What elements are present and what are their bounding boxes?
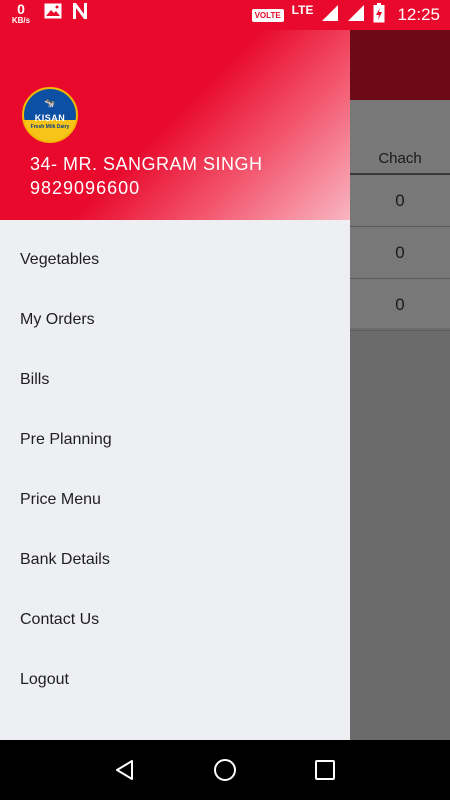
- table-body: Chach 0 0 0: [350, 100, 450, 331]
- user-name: 34- MR. SANGRAM SINGH: [30, 154, 263, 174]
- lte-label: LTE: [291, 3, 314, 17]
- network-speed-unit: KB/s: [11, 16, 31, 25]
- table-cell[interactable]: 0: [350, 227, 450, 279]
- cow-icon: 🐄: [44, 98, 56, 108]
- drawer-header: 🐄 KISAN Fresh Milk Dairy 34- MR. SANGRAM…: [0, 30, 350, 220]
- user-phone: 9829096600: [30, 178, 141, 198]
- recents-icon: [315, 760, 335, 780]
- n-app-icon: [72, 2, 88, 25]
- kisan-logo: 🐄 KISAN Fresh Milk Dairy: [22, 87, 78, 143]
- menu-item-my-orders[interactable]: My Orders: [0, 290, 350, 350]
- order-table: Chach 0 0 0: [350, 100, 450, 740]
- image-icon: [44, 3, 62, 24]
- menu-item-pre-planning[interactable]: Pre Planning: [0, 410, 350, 470]
- navigation-drawer: 🐄 KISAN Fresh Milk Dairy 34- MR. SANGRAM…: [0, 30, 350, 740]
- menu-item-vegetables[interactable]: Vegetables: [0, 230, 350, 290]
- table-cell[interactable]: 0: [350, 279, 450, 331]
- table-cell[interactable]: 0: [350, 175, 450, 227]
- back-icon: [116, 760, 133, 780]
- signal-icon: [321, 4, 339, 27]
- network-speed: 0 KB/s: [8, 2, 34, 25]
- clock: 12:25: [397, 5, 440, 24]
- volte-badge: VOLTE: [251, 8, 284, 22]
- menu-item-bank-details[interactable]: Bank Details: [0, 530, 350, 590]
- system-nav-bar: [0, 740, 450, 800]
- menu-item-contact-us[interactable]: Contact Us: [0, 590, 350, 650]
- drawer-menu: Vegetables My Orders Bills Pre Planning …: [0, 230, 350, 710]
- status-bar: 0 KB/s VOLTE LTE 12:25: [0, 0, 450, 30]
- menu-item-bills[interactable]: Bills: [0, 350, 350, 410]
- menu-item-price-menu[interactable]: Price Menu: [0, 470, 350, 530]
- back-button[interactable]: [112, 757, 138, 783]
- app-toolbar: [350, 30, 450, 100]
- battery-icon: [373, 2, 385, 28]
- wifi-icon: [347, 4, 365, 27]
- home-button[interactable]: [212, 757, 238, 783]
- network-speed-value: 0: [17, 1, 25, 17]
- menu-item-logout[interactable]: Logout: [0, 650, 350, 710]
- column-header-chach: Chach: [378, 150, 422, 167]
- recents-button[interactable]: [312, 757, 338, 783]
- home-icon: [214, 759, 236, 781]
